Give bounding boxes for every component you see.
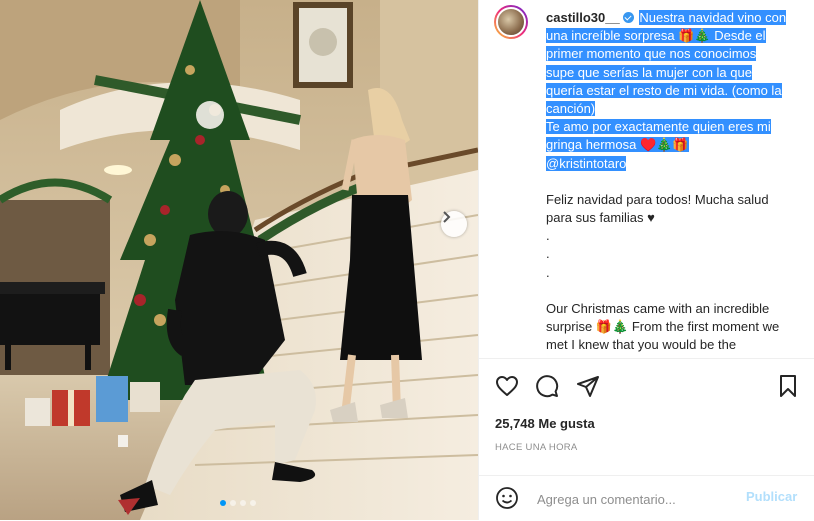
- emoji-button[interactable]: [495, 486, 521, 512]
- comment-bubble-icon: [536, 375, 559, 398]
- caption-highlighted-line: primer momento que nos conocimos: [546, 46, 757, 62]
- post-details-panel: castillo30__ Nuestra navidad vino con una…: [478, 0, 814, 520]
- post-photo[interactable]: [0, 0, 478, 520]
- save-button[interactable]: [776, 374, 802, 400]
- publish-button[interactable]: Publicar: [746, 489, 797, 504]
- bookmark-icon: [780, 375, 796, 397]
- photo-scene: [0, 0, 478, 520]
- carousel-dot: [220, 500, 226, 506]
- caption-line: .: [546, 246, 550, 262]
- caption-highlighted-line: quería estar el resto de mi vida. (como …: [546, 82, 782, 98]
- share-button[interactable]: [576, 374, 602, 400]
- avatar[interactable]: [494, 5, 528, 39]
- post-caption: castillo30__ Nuestra navidad vino con una…: [546, 9, 804, 354]
- paper-plane-icon: [577, 376, 599, 397]
- caption-highlighted-line: gringa hermosa ♥️🎄🎁: [546, 137, 689, 153]
- caption-line: met I knew that you would be the: [546, 337, 737, 353]
- username-link[interactable]: castillo30__: [546, 10, 620, 25]
- verified-badge-icon: [622, 12, 634, 23]
- caption-english: Our Christmas came with an incredible sur…: [546, 300, 804, 355]
- add-comment-row: Publicar: [479, 475, 814, 521]
- comment-input[interactable]: [535, 488, 739, 510]
- post-timestamp[interactable]: HACE UNA HORA: [495, 442, 578, 453]
- caption-greeting: Feliz navidad para todos! Mucha salud par…: [546, 191, 804, 282]
- carousel-dot: [230, 500, 236, 506]
- carousel-dots: [220, 500, 256, 506]
- caption-highlighted-line[interactable]: @kristintotaro: [546, 155, 627, 171]
- caption-highlighted-text: Nuestra navidad vino con una increíble so…: [546, 10, 787, 171]
- carousel-dot: [240, 500, 246, 506]
- caption-highlighted-line: supe que serías la mujer con la que: [546, 64, 752, 80]
- carousel-dot: [250, 500, 256, 506]
- caption-highlighted-block: castillo30__ Nuestra navidad vino con una…: [546, 9, 804, 173]
- heart-icon: [496, 376, 518, 396]
- caption-highlighted-line: Te amo por exactamente quien eres mi: [546, 119, 771, 135]
- post-actions: 25,748 Me gusta HACE UNA HORA Publicar: [479, 358, 814, 520]
- chevron-right-icon: [443, 211, 451, 223]
- caption-line: .: [546, 228, 550, 244]
- caption-line: surprise 🎁🎄 From the first moment we: [546, 319, 780, 335]
- caption-line: .: [546, 264, 550, 280]
- caption-area: castillo30__ Nuestra navidad vino con una…: [479, 0, 814, 358]
- like-count[interactable]: 25,748 Me gusta: [495, 416, 595, 431]
- like-button[interactable]: [495, 374, 521, 400]
- caption-line: Feliz navidad para todos! Mucha salud: [546, 191, 769, 207]
- comment-button[interactable]: [535, 374, 561, 400]
- smiley-icon: [496, 487, 518, 509]
- caption-line: Our Christmas came with an incredible: [546, 300, 770, 316]
- caption-highlighted-line: canción): [546, 101, 596, 117]
- caption-line: para sus familias ♥: [546, 210, 655, 226]
- avatar-image: [496, 7, 526, 37]
- caption-highlighted-line: Nuestra navidad vino con: [639, 10, 787, 25]
- carousel-next-button[interactable]: [441, 211, 467, 237]
- caption-highlighted-line: una increíble sorpresa 🎁🎄 Desde el: [546, 28, 766, 44]
